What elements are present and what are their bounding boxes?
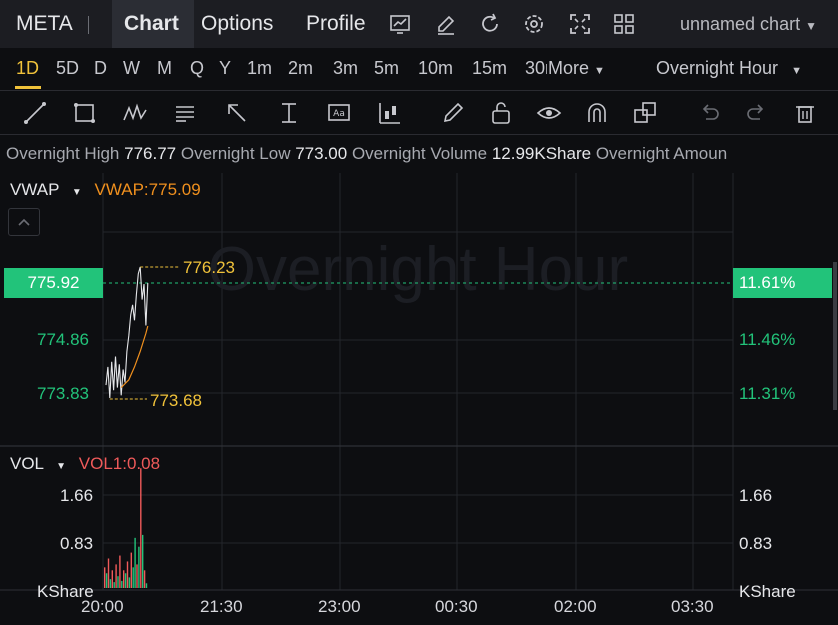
volume-bar	[119, 555, 121, 588]
current-pct-tag: 11.61%	[733, 268, 832, 298]
vol-value: VOL1:0.08	[78, 454, 161, 473]
volume-bar	[128, 577, 131, 588]
vol-tick-left: 0.83	[60, 534, 94, 553]
vol-tick-right: 0.83	[739, 534, 773, 553]
chevron-up-icon	[18, 218, 30, 226]
volume-bar	[138, 546, 140, 588]
vol-unit-right: KShare	[739, 582, 796, 601]
chart-area[interactable]: Overnight Hour	[0, 0, 838, 625]
time-tick: 20:00	[81, 597, 124, 616]
pct-tick-right: 11.31%	[739, 384, 796, 403]
time-tick: 23:00	[318, 597, 361, 616]
volume-bar	[123, 570, 125, 588]
vol-indicator-label[interactable]: VOL ▼ VOL1:0.08	[10, 454, 160, 474]
time-tick: 21:30	[200, 597, 243, 616]
volume-layer	[104, 468, 148, 588]
volume-bar	[117, 576, 119, 588]
volume-bar	[113, 582, 115, 588]
price-tick-left: 773.83	[37, 384, 89, 403]
vol-tick-right: 1.66	[739, 486, 773, 505]
collapse-button[interactable]	[8, 208, 40, 236]
time-tick: 00:30	[435, 597, 478, 616]
current-price-tag: 775.92	[4, 268, 103, 298]
volume-bar	[124, 573, 127, 588]
time-tick: 02:00	[554, 597, 597, 616]
session-watermark: Overnight Hour	[208, 235, 628, 304]
volume-bar	[107, 558, 110, 588]
low-marker-label: 773.68	[150, 391, 202, 410]
volume-bar	[109, 579, 112, 588]
vwap-value: VWAP:775.09	[94, 180, 201, 199]
volume-bar	[121, 580, 123, 588]
volume-bar	[132, 567, 134, 588]
volume-bar	[115, 564, 117, 588]
scrollbar	[833, 262, 837, 410]
price-line	[105, 266, 149, 398]
volume-bar	[105, 573, 108, 588]
high-marker-label: 776.23	[183, 258, 235, 277]
vwap-indicator-label[interactable]: VWAP ▼ VWAP:775.09	[10, 180, 201, 200]
vol-tick-left: 1.66	[60, 486, 94, 505]
volume-bar	[136, 564, 138, 588]
volume-bar	[143, 570, 146, 588]
volume-bar	[111, 570, 113, 588]
volume-bar	[140, 468, 142, 588]
chevron-down-icon: ▼	[56, 461, 67, 472]
volume-bar	[142, 534, 144, 588]
indicator-name: VWAP	[10, 180, 60, 199]
indicator-name: VOL	[10, 454, 44, 473]
chevron-down-icon: ▼	[71, 187, 82, 198]
volume-bar	[145, 583, 148, 588]
volume-bar	[130, 552, 132, 588]
volume-bar	[126, 561, 129, 588]
pct-tick-right: 11.46%	[739, 330, 796, 349]
time-tick: 03:30	[671, 597, 714, 616]
volume-bar	[134, 537, 136, 588]
volume-bar	[104, 567, 106, 588]
price-tick-left: 774.86	[37, 330, 89, 349]
